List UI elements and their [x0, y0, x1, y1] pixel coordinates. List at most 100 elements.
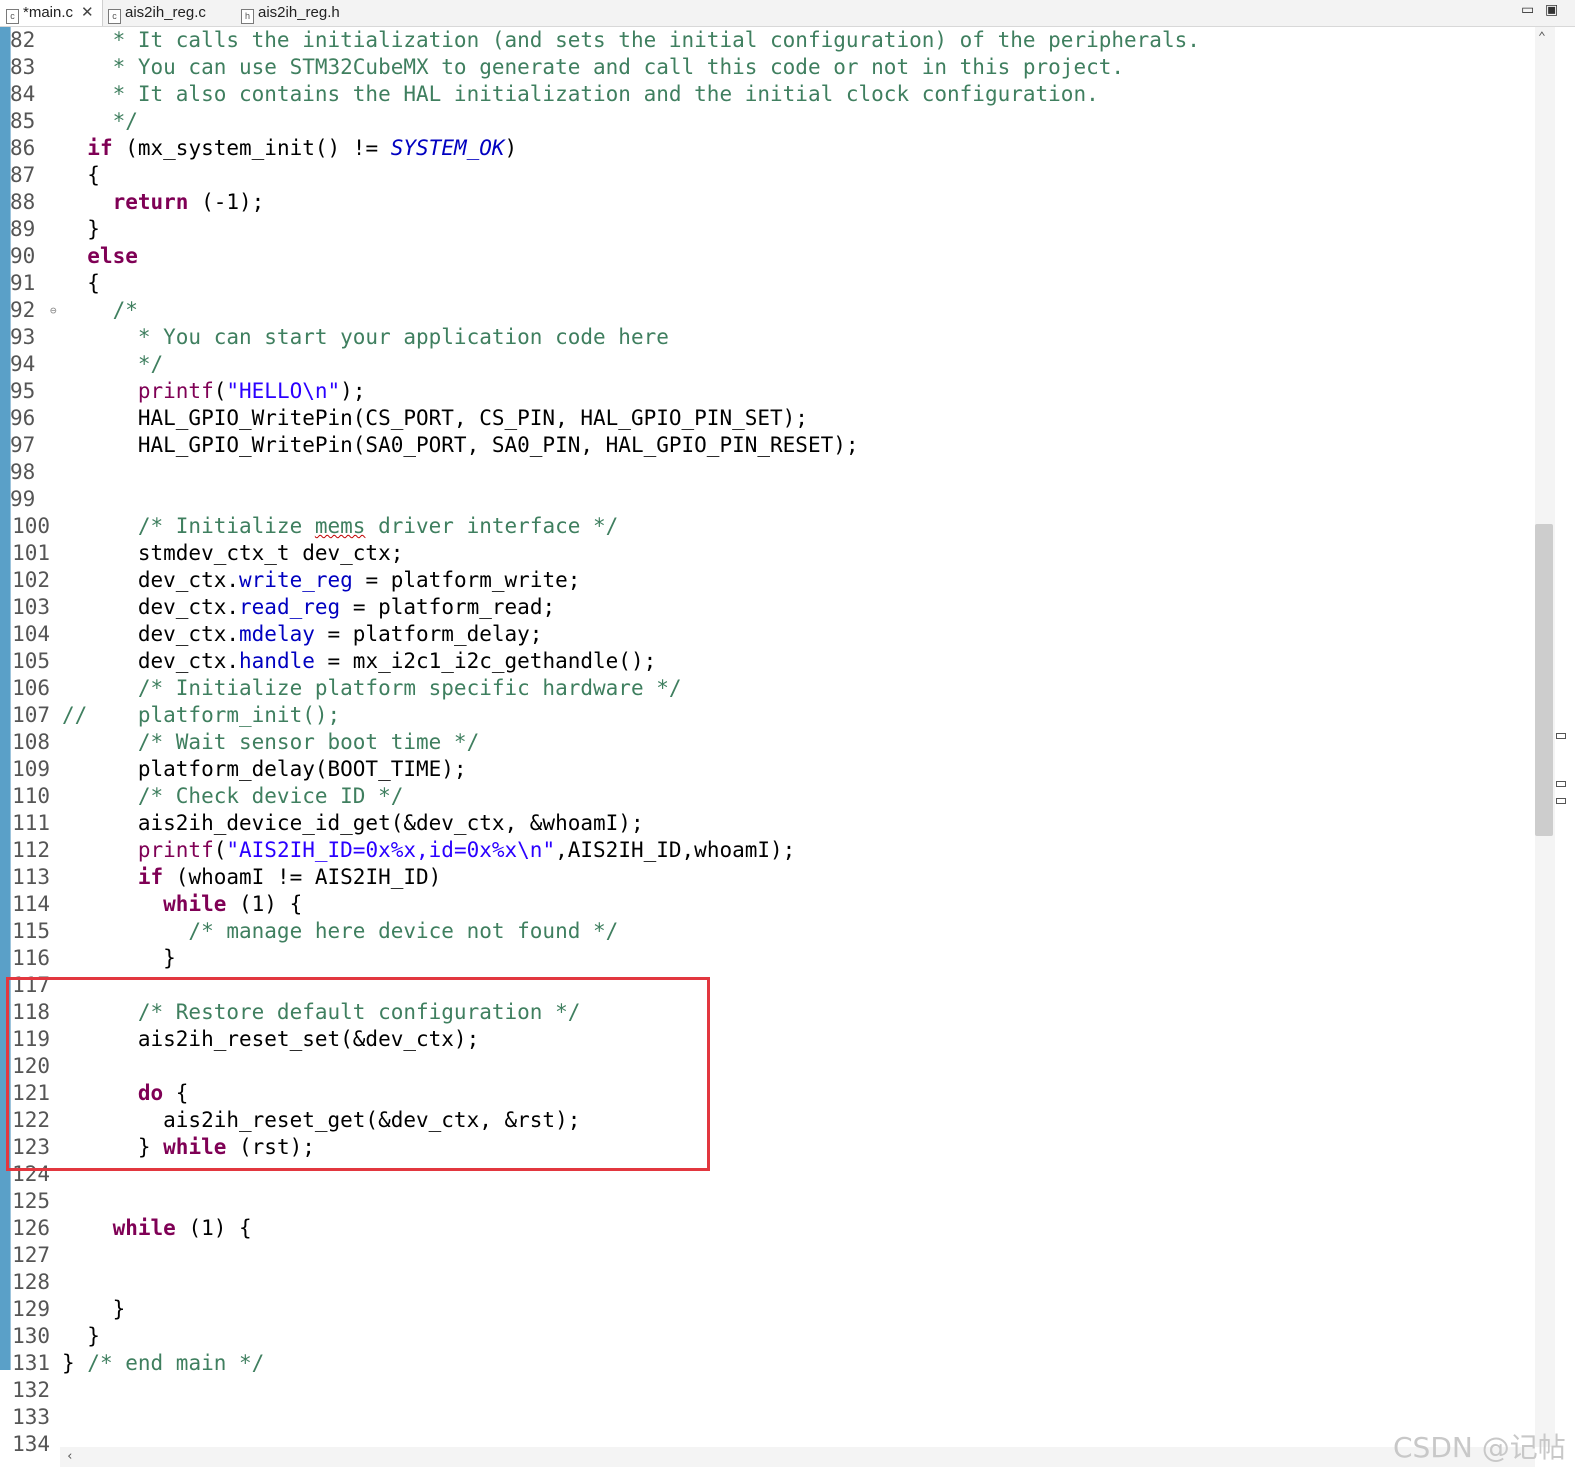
- code-line: 88 return (-1);: [0, 189, 1525, 216]
- line-number: 131: [12, 1351, 50, 1375]
- code-text: do {: [137, 1081, 189, 1105]
- code-text: /*: [62, 298, 138, 322]
- line-number: 83: [10, 55, 36, 79]
- line-number: 112: [12, 838, 50, 862]
- line-number: 110: [12, 784, 50, 808]
- code-line: 124: [0, 1161, 1525, 1188]
- code-line: 106 /* Initialize platform specific hard…: [0, 675, 1525, 702]
- code-line: 128: [0, 1269, 1525, 1296]
- code-text: * It also contains the HAL initializatio…: [62, 82, 1099, 106]
- line-number: 119: [12, 1027, 50, 1051]
- line-number: 105: [12, 649, 50, 673]
- line-number: 121: [12, 1081, 50, 1105]
- line-number: 103: [12, 595, 50, 619]
- code-text: {: [62, 271, 100, 295]
- line-number: 132: [12, 1378, 50, 1402]
- code-editor[interactable]: 82 * It calls the initialization (and se…: [0, 27, 1535, 1456]
- code-text: while (1) {: [163, 892, 303, 916]
- minimize-icon[interactable]: ▭: [1521, 0, 1534, 20]
- overview-marker[interactable]: [1556, 781, 1566, 787]
- code-line: 121 do {: [0, 1080, 1525, 1107]
- line-number: 124: [12, 1162, 50, 1186]
- line-number: 91: [10, 271, 36, 295]
- code-line: 98: [0, 459, 1525, 486]
- code-text: return (-1);: [112, 190, 265, 214]
- line-number: 107: [12, 703, 50, 727]
- line-number: 130: [12, 1324, 50, 1348]
- tab-ais2ih-reg-h[interactable]: h ais2ih_reg.h: [241, 0, 340, 26]
- line-number: 134: [12, 1432, 50, 1456]
- code-line: 109 platform_delay(BOOT_TIME);: [0, 756, 1525, 783]
- code-line: 115 /* manage here device not found */: [0, 918, 1525, 945]
- line-number: 90: [10, 244, 36, 268]
- code-text: } while (rst);: [62, 1135, 315, 1159]
- horizontal-scrollbar[interactable]: [60, 1447, 1535, 1467]
- code-line: 105 dev_ctx.handle = mx_i2c1_i2c_gethand…: [0, 648, 1525, 675]
- line-number: 92: [10, 298, 36, 322]
- code-text: dev_ctx.write_reg = platform_write;: [62, 568, 581, 592]
- overview-marker[interactable]: [1556, 733, 1566, 739]
- line-number: 86: [10, 136, 36, 160]
- line-number: 118: [12, 1000, 50, 1024]
- code-line: 90 else: [0, 243, 1525, 270]
- code-line: 99: [0, 486, 1525, 513]
- code-text: ais2ih_device_id_get(&dev_ctx, &whoamI);: [62, 811, 644, 835]
- line-number: 109: [12, 757, 50, 781]
- code-line: 89 }: [0, 216, 1525, 243]
- code-line: 86 if (mx_system_init() != SYSTEM_OK): [0, 135, 1525, 162]
- code-text: /* Restore default configuration */: [62, 1000, 581, 1024]
- code-line: 120: [0, 1053, 1525, 1080]
- code-line: 82 * It calls the initialization (and se…: [0, 27, 1525, 54]
- code-text: else: [87, 244, 138, 268]
- code-text: printf("AIS2IH_ID=0x%x,id=0x%x\n",AIS2IH…: [137, 838, 796, 862]
- line-number: 120: [12, 1054, 50, 1078]
- line-number: 94: [10, 352, 36, 376]
- line-number: 122: [12, 1108, 50, 1132]
- code-text: HAL_GPIO_WritePin(SA0_PORT, SA0_PIN, HAL…: [62, 433, 859, 457]
- editor-tab-bar: c *main.c ✕ c ais2ih_reg.c h ais2ih_reg.h ▭ …: [0, 0, 1575, 27]
- code-line: 129 }: [0, 1296, 1525, 1323]
- line-number: 127: [12, 1243, 50, 1267]
- maximize-icon[interactable]: ▣: [1545, 0, 1558, 20]
- line-number: 123: [12, 1135, 50, 1159]
- tab-label: ais2ih_reg.c: [125, 4, 206, 21]
- overview-marker[interactable]: [1556, 798, 1566, 804]
- code-text: /* Initialize mems driver interface */: [62, 514, 619, 538]
- code-line: 127: [0, 1242, 1525, 1269]
- code-text: * You can start your application code he…: [62, 325, 669, 349]
- line-number: 117: [12, 973, 50, 997]
- h-file-icon: h: [241, 9, 254, 24]
- code-text: }: [62, 946, 176, 970]
- code-text: /* Check device ID */: [62, 784, 404, 808]
- code-line: 119 ais2ih_reset_set(&dev_ctx);: [0, 1026, 1525, 1053]
- line-number: 108: [12, 730, 50, 754]
- line-number: 88: [10, 190, 36, 214]
- scroll-up-icon[interactable]: ⌃: [1538, 30, 1546, 45]
- code-text: ais2ih_reset_get(&dev_ctx, &rst);: [62, 1108, 581, 1132]
- code-line: 118 /* Restore default configuration */: [0, 999, 1525, 1026]
- code-line: 108 /* Wait sensor boot time */: [0, 729, 1525, 756]
- vertical-scroll-thumb[interactable]: [1535, 524, 1553, 836]
- code-text: while (1) {: [112, 1216, 252, 1240]
- code-line: 113 if (whoamI != AIS2IH_ID): [0, 864, 1525, 891]
- line-number: 95: [10, 379, 36, 403]
- code-line: 117: [0, 972, 1525, 999]
- code-line: 87 {: [0, 162, 1525, 189]
- scroll-left-icon[interactable]: ‹: [66, 1449, 74, 1464]
- code-text: // platform_init();: [62, 703, 341, 727]
- code-line: 93 * You can start your application code…: [0, 324, 1525, 351]
- line-number: 114: [12, 892, 50, 916]
- line-number: 101: [12, 541, 50, 565]
- fold-toggle-icon[interactable]: ⊖: [50, 297, 57, 324]
- code-text: * You can use STM32CubeMX to generate an…: [62, 55, 1125, 79]
- code-line: 103 dev_ctx.read_reg = platform_read;: [0, 594, 1525, 621]
- code-line: 94 */: [0, 351, 1525, 378]
- tab-label: ais2ih_reg.h: [258, 4, 340, 21]
- close-icon[interactable]: ✕: [81, 4, 94, 21]
- tab-ais2ih-reg-c[interactable]: c ais2ih_reg.c: [108, 0, 206, 26]
- line-number: 116: [12, 946, 50, 970]
- code-text: printf("HELLO\n");: [137, 379, 366, 403]
- line-number: 106: [12, 676, 50, 700]
- tab-main-c[interactable]: c *main.c ✕: [0, 0, 103, 26]
- line-number: 85: [10, 109, 36, 133]
